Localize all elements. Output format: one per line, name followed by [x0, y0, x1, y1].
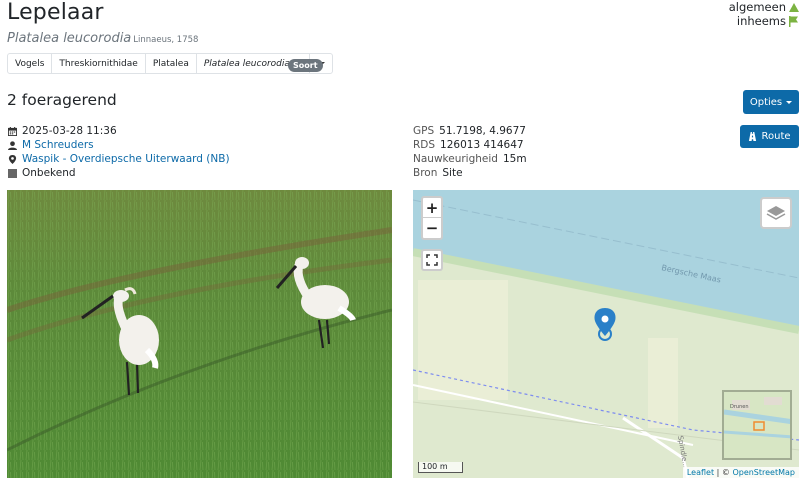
triangle-icon: [789, 2, 799, 12]
source-value: Site: [442, 167, 463, 179]
accuracy-value: 15m: [502, 153, 527, 165]
observer-row: M Schreuders: [8, 138, 230, 152]
minimap[interactable]: Drunen: [722, 390, 792, 460]
route-button[interactable]: Route: [740, 125, 799, 148]
source-row: Bron Site: [413, 166, 527, 180]
status-native: inheems: [729, 14, 799, 28]
taxon-genus[interactable]: Platalea: [146, 54, 197, 73]
observation-photo[interactable]: [7, 190, 392, 478]
date-row: 2025-03-28 11:36: [8, 124, 230, 138]
observation-map[interactable]: Bergsche Maas Spindle... + − Drunen 100 …: [413, 190, 799, 478]
status-native-label: inheems: [736, 14, 786, 28]
rds-value: 126013 414647: [440, 139, 524, 151]
rank-badge: Soort: [288, 59, 323, 72]
location-meta: GPS 51.7198, 4.9677 RDS 126013 414647 Nauw…: [413, 124, 527, 180]
spoonbill-photo-image: [7, 190, 392, 478]
taxonomy-breadcrumb: Vogels Threskiornithidae Platalea Platal…: [7, 53, 333, 74]
gps-label: GPS: [413, 125, 435, 137]
gps-row: GPS 51.7198, 4.9677: [413, 124, 527, 138]
flag-icon: [789, 15, 799, 27]
zoom-out-button[interactable]: −: [423, 218, 441, 238]
map-attribution: Leaflet | © OpenStreetMap: [682, 467, 799, 478]
fullscreen-button[interactable]: [421, 249, 443, 271]
taxon-class[interactable]: Vogels: [8, 54, 53, 73]
osm-link[interactable]: OpenStreetMap: [732, 468, 795, 477]
taxon-species-label: Platalea leucorodia: [203, 58, 290, 69]
scale-bar: 100 m: [418, 462, 463, 473]
scientific-name-text: Platalea leucorodia: [7, 31, 132, 46]
status-general: algemeen: [729, 0, 799, 14]
minimap-tiles: Drunen: [724, 392, 790, 458]
species-title: Lepelaar: [7, 0, 104, 25]
route-button-label: Route: [761, 131, 791, 142]
user-icon: [8, 140, 17, 150]
square-icon: [8, 168, 17, 178]
chevron-down-icon: [786, 100, 793, 104]
calendar-icon: [8, 126, 17, 136]
road-icon: [749, 132, 757, 141]
map-marker-icon: [8, 154, 17, 164]
options-button-label: Opties: [749, 96, 783, 108]
rds-label: RDS: [413, 139, 436, 151]
observation-date: 2025-03-28 11:36: [22, 125, 117, 137]
location-row: Waspik - Overdiepsche Uiterwaard (NB): [8, 152, 230, 166]
zoom-control: + −: [421, 196, 443, 240]
accuracy-row: Nauwkeurigheid 15m: [413, 152, 527, 166]
location-link[interactable]: Waspik - Overdiepsche Uiterwaard (NB): [22, 152, 230, 166]
gps-value: 51.7198, 4.9677: [439, 125, 526, 137]
rds-row: RDS 126013 414647: [413, 138, 527, 152]
taxon-family[interactable]: Threskiornithidae: [52, 54, 146, 73]
leaflet-link[interactable]: Leaflet: [687, 468, 714, 477]
attribution-sep: | ©: [714, 468, 733, 477]
fullscreen-icon: [426, 254, 438, 266]
accuracy-label: Nauwkeurigheid: [413, 153, 498, 165]
observation-count: 2 foeragerend: [7, 91, 117, 109]
layers-button[interactable]: [760, 197, 792, 229]
minimap-label: Drunen: [730, 404, 749, 410]
certainty-value: Onbekend: [22, 167, 76, 179]
status-block: algemeen inheems: [729, 0, 799, 28]
certainty-row: Onbekend: [8, 166, 230, 180]
scientific-name: Platalea leucorodia Linnaeus, 1758: [7, 31, 198, 46]
source-label: Bron: [413, 167, 438, 179]
zoom-in-button[interactable]: +: [423, 198, 441, 218]
status-general-label: algemeen: [728, 0, 786, 14]
authority: Linnaeus, 1758: [133, 35, 199, 45]
layers-icon: [766, 206, 786, 220]
observer-link[interactable]: M Schreuders: [22, 138, 94, 152]
options-button[interactable]: Opties: [743, 90, 799, 114]
observation-meta: 2025-03-28 11:36 M Schreuders Waspik - O…: [8, 124, 230, 180]
